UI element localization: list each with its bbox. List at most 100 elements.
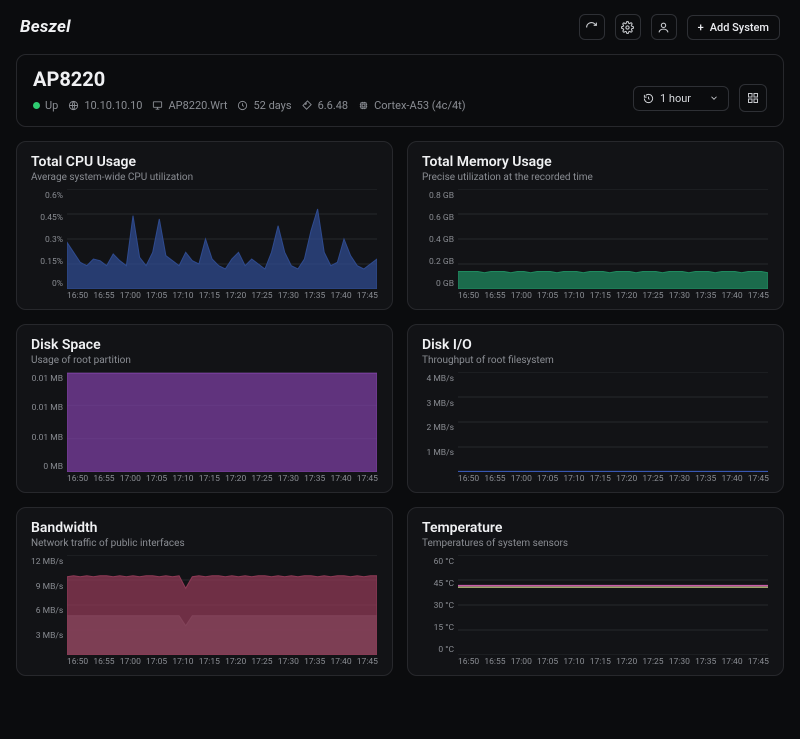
x-tick-label: 17:40 xyxy=(721,657,742,667)
system-header: AP8220 Up 10.10.10.10 AP8220.Wrt 52 days… xyxy=(16,54,784,127)
x-tick-label: 17:45 xyxy=(748,474,769,484)
chart-title: Temperature xyxy=(422,520,769,536)
chart-plot[interactable] xyxy=(67,372,377,472)
x-tick-label: 17:45 xyxy=(748,657,769,667)
dashboard-layout-button[interactable] xyxy=(739,84,767,112)
x-tick-label: 17:15 xyxy=(199,474,220,484)
version-pill: 6.6.48 xyxy=(302,99,349,112)
x-tick-label: 17:40 xyxy=(330,474,351,484)
plus-icon: + xyxy=(698,21,704,34)
y-tick-label: 0.4 GB xyxy=(422,235,454,245)
x-tick-label: 17:05 xyxy=(146,291,167,301)
y-tick-label: 15 °C xyxy=(422,623,454,633)
x-tick-label: 17:35 xyxy=(304,474,325,484)
ip-pill: 10.10.10.10 xyxy=(68,99,142,112)
y-axis: 0.6%0.45%0.3%0.15%0% xyxy=(31,189,67,289)
x-tick-label: 17:40 xyxy=(721,291,742,301)
cpu-pill: Cortex-A53 (4c/4t) xyxy=(358,99,465,112)
time-range-label: 1 hour xyxy=(660,92,691,105)
x-tick-label: 16:50 xyxy=(67,474,88,484)
y-tick-label: 0.01 MB xyxy=(31,374,63,384)
y-tick-label: 0% xyxy=(31,279,63,289)
chart-subtitle: Usage of root partition xyxy=(31,355,378,366)
x-tick-label: 17:00 xyxy=(120,291,141,301)
x-tick-label: 17:35 xyxy=(695,291,716,301)
y-tick-label: 0.6 GB xyxy=(422,213,454,223)
chart-subtitle: Throughput of root filesystem xyxy=(422,355,769,366)
status-label: Up xyxy=(45,99,58,112)
x-tick-label: 17:35 xyxy=(304,291,325,301)
x-axis: 16:5016:5517:0017:0517:1017:1517:2017:25… xyxy=(31,655,378,667)
x-tick-label: 16:55 xyxy=(484,291,505,301)
y-axis: 0.8 GB 0.6 GB 0.4 GB 0.2 GB 0 GB xyxy=(422,189,458,289)
x-tick-label: 17:45 xyxy=(357,474,378,484)
x-tick-label: 17:35 xyxy=(304,657,325,667)
x-tick-label: 17:30 xyxy=(278,657,299,667)
y-tick-label: 0.2 GB xyxy=(422,257,454,267)
x-axis: 16:5016:5517:0017:0517:1017:1517:2017:25… xyxy=(31,472,378,484)
y-tick-label: 0.8 GB xyxy=(422,191,454,201)
x-tick-label: 17:45 xyxy=(748,291,769,301)
system-meta: Up 10.10.10.10 AP8220.Wrt 52 days 6.6.48… xyxy=(33,99,466,112)
refresh-icon[interactable] xyxy=(579,14,605,40)
x-axis: 16:5016:5517:0017:0517:1017:1517:2017:25… xyxy=(422,289,769,301)
x-tick-label: 17:20 xyxy=(225,291,246,301)
x-tick-label: 16:50 xyxy=(67,291,88,301)
x-tick-label: 17:05 xyxy=(537,657,558,667)
add-system-button[interactable]: + Add System xyxy=(687,15,780,40)
x-tick-label: 17:25 xyxy=(251,291,272,301)
x-tick-label: 17:15 xyxy=(199,657,220,667)
x-tick-label: 17:00 xyxy=(511,291,532,301)
add-system-label: Add System xyxy=(710,21,769,34)
status-badge: Up xyxy=(33,99,58,112)
chart-grid: Total CPU Usage Average system-wide CPU … xyxy=(0,141,800,692)
y-tick-label: 0.6% xyxy=(31,191,63,201)
chart-plot[interactable] xyxy=(458,372,768,472)
y-tick-label: 1 MB/s xyxy=(422,448,454,458)
time-range-select[interactable]: 1 hour xyxy=(633,86,729,111)
x-tick-label: 17:20 xyxy=(616,291,637,301)
x-tick-label: 16:55 xyxy=(93,291,114,301)
chart-card-bw: Bandwidth Network traffic of public inte… xyxy=(16,507,393,676)
x-tick-label: 17:30 xyxy=(278,291,299,301)
x-tick-label: 17:05 xyxy=(537,474,558,484)
y-tick-label: 0 GB xyxy=(422,279,454,289)
brand-logo[interactable]: Beszel xyxy=(20,17,71,37)
chart-plot[interactable] xyxy=(458,555,768,655)
x-tick-label: 17:05 xyxy=(146,657,167,667)
gear-icon[interactable] xyxy=(615,14,641,40)
chart-plot[interactable] xyxy=(67,189,377,289)
history-icon xyxy=(643,93,654,104)
x-tick-label: 17:30 xyxy=(669,657,690,667)
chart-title: Disk Space xyxy=(31,337,378,353)
chart-plot[interactable] xyxy=(67,555,377,655)
cpu-icon xyxy=(358,100,369,111)
host-pill: AP8220.Wrt xyxy=(152,99,227,112)
y-tick-label: 9 MB/s xyxy=(31,582,63,592)
chart-plot[interactable] xyxy=(458,189,768,289)
y-tick-label: 6 MB/s xyxy=(31,606,63,616)
x-tick-label: 17:00 xyxy=(511,657,532,667)
x-tick-label: 17:10 xyxy=(563,291,584,301)
x-tick-label: 17:20 xyxy=(225,657,246,667)
cpu-label: Cortex-A53 (4c/4t) xyxy=(374,99,465,112)
system-name: AP8220 xyxy=(33,67,466,91)
x-tick-label: 17:45 xyxy=(357,657,378,667)
y-tick-label: 3 MB/s xyxy=(422,399,454,409)
x-tick-label: 16:55 xyxy=(484,474,505,484)
chart-title: Disk I/O xyxy=(422,337,769,353)
chart-card-disk: Disk Space Usage of root partition 0.01 … xyxy=(16,324,393,493)
chart-card-mem: Total Memory Usage Precise utilization a… xyxy=(407,141,784,310)
y-tick-label: 60 °C xyxy=(422,557,454,567)
y-tick-label: 3 MB/s xyxy=(31,631,63,641)
monitor-icon xyxy=(152,100,163,111)
topbar-actions: + Add System xyxy=(579,14,780,40)
chart-subtitle: Average system-wide CPU utilization xyxy=(31,172,378,183)
user-icon[interactable] xyxy=(651,14,677,40)
x-tick-label: 16:55 xyxy=(93,474,114,484)
x-tick-label: 17:25 xyxy=(251,657,272,667)
x-tick-label: 17:20 xyxy=(225,474,246,484)
x-tick-label: 17:10 xyxy=(172,474,193,484)
x-tick-label: 17:00 xyxy=(120,657,141,667)
tag-icon xyxy=(302,100,313,111)
